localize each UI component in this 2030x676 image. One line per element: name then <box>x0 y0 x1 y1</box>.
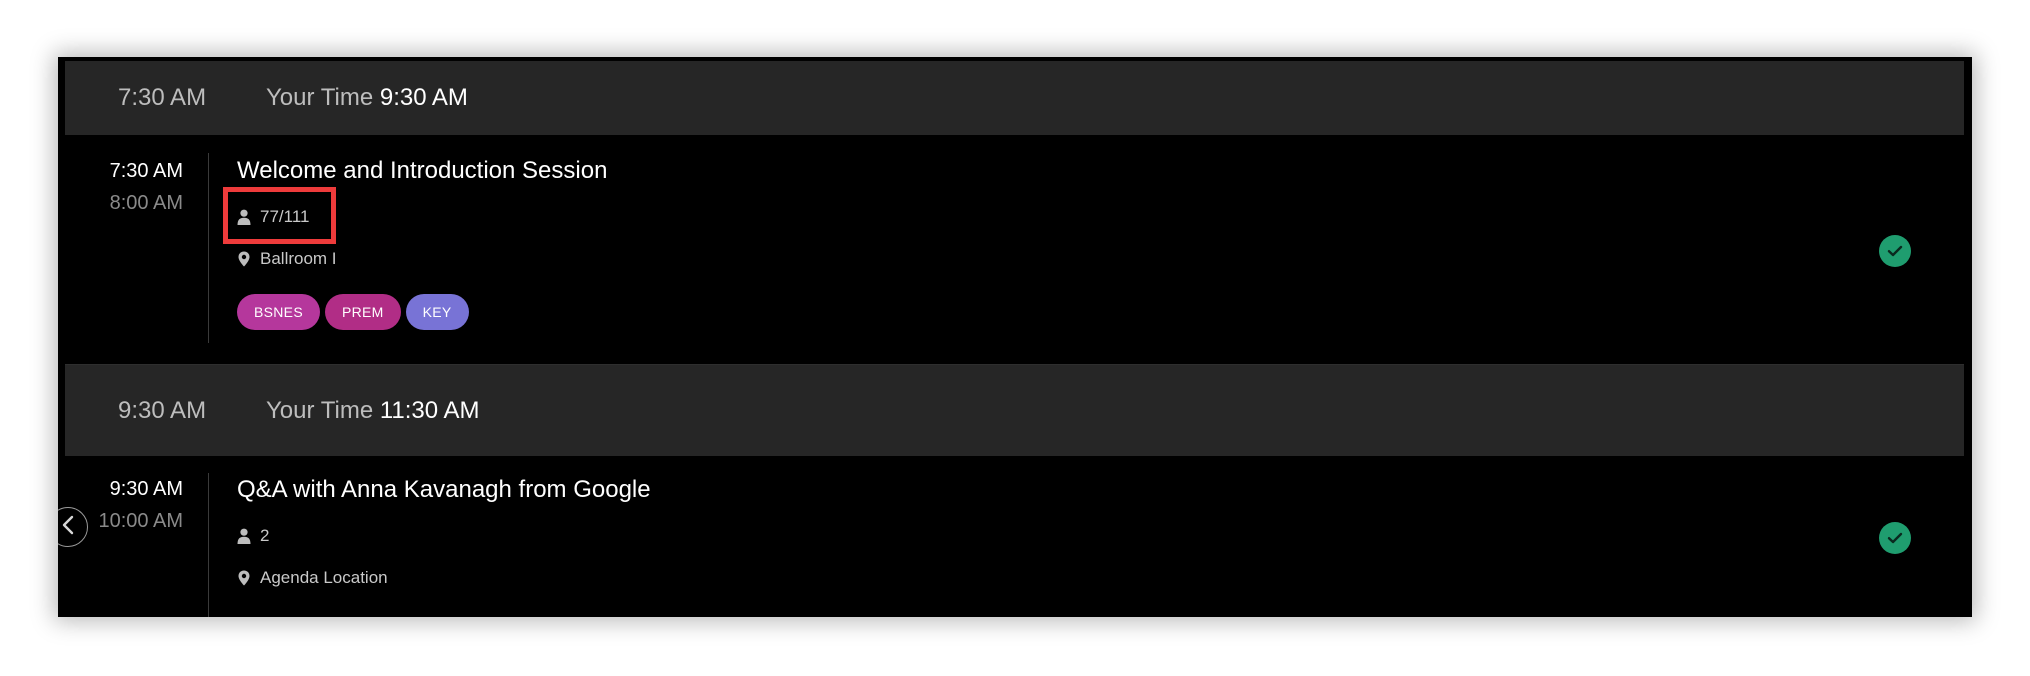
attendee-count: 77/111 <box>237 207 309 227</box>
chevron-left-icon <box>61 515 75 540</box>
your-time-label: Your Time <box>266 396 374 424</box>
person-icon <box>237 209 251 225</box>
session-title[interactable]: Q&A with Anna Kavanagh from Google <box>237 476 651 504</box>
your-time-value: 11:30 AM <box>379 396 480 424</box>
timeline-divider <box>208 153 209 343</box>
your-time: Your Time 11:30 AM <box>266 397 479 425</box>
check-circle-icon[interactable] <box>1879 522 1911 554</box>
map-pin-icon <box>237 251 251 267</box>
your-time-label: Your Time <box>266 84 374 111</box>
session-start-time: 7:30 AM <box>109 160 183 182</box>
location-label: Ballroom I <box>260 249 337 268</box>
map-pin-icon <box>237 570 251 586</box>
location-label: Agenda Location <box>260 568 388 587</box>
session-times: 7:30 AM 8:00 AM <box>65 155 183 219</box>
attendee-count: 2 <box>237 526 269 546</box>
your-time-value: 9:30 AM <box>379 84 468 111</box>
session-title[interactable]: Welcome and Introduction Session <box>237 157 607 185</box>
attendee-count-value: 77/111 <box>260 207 310 226</box>
tag-bsnes[interactable]: BSNES <box>237 294 320 330</box>
tag-key[interactable]: KEY <box>405 294 469 330</box>
attendee-count-value: 2 <box>260 526 270 545</box>
session-end-time: 8:00 AM <box>109 192 183 214</box>
slot-time: 9:30 AM <box>118 396 207 424</box>
slot-time: 7:30 AM <box>118 84 207 111</box>
your-time: Your Time 9:30 AM <box>266 84 468 112</box>
agenda-panel: 7:30 AM Your Time 9:30 AM 7:30 AM 8:00 A… <box>58 57 1972 617</box>
time-slot-header: 9:30 AM Your Time 11:30 AM <box>65 365 1964 456</box>
session-location: Ballroom I <box>237 249 337 269</box>
session-location: Agenda Location <box>237 568 388 588</box>
session-row[interactable]: 7:30 AM 8:00 AM Welcome and Introduction… <box>65 135 1964 364</box>
session-row[interactable]: 9:30 AM 10:00 AM Q&A with Anna Kavanagh … <box>65 456 1964 617</box>
timeline-divider <box>208 473 209 617</box>
tag-prem[interactable]: PREM <box>324 294 401 330</box>
agenda-list: 7:30 AM Your Time 9:30 AM 7:30 AM 8:00 A… <box>65 61 1964 617</box>
time-slot-header: 7:30 AM Your Time 9:30 AM <box>65 61 1964 135</box>
check-circle-icon[interactable] <box>1879 235 1911 267</box>
person-icon <box>237 528 251 544</box>
session-start-time: 9:30 AM <box>109 478 183 500</box>
session-tags: BSNES PREM KEY <box>237 294 469 330</box>
